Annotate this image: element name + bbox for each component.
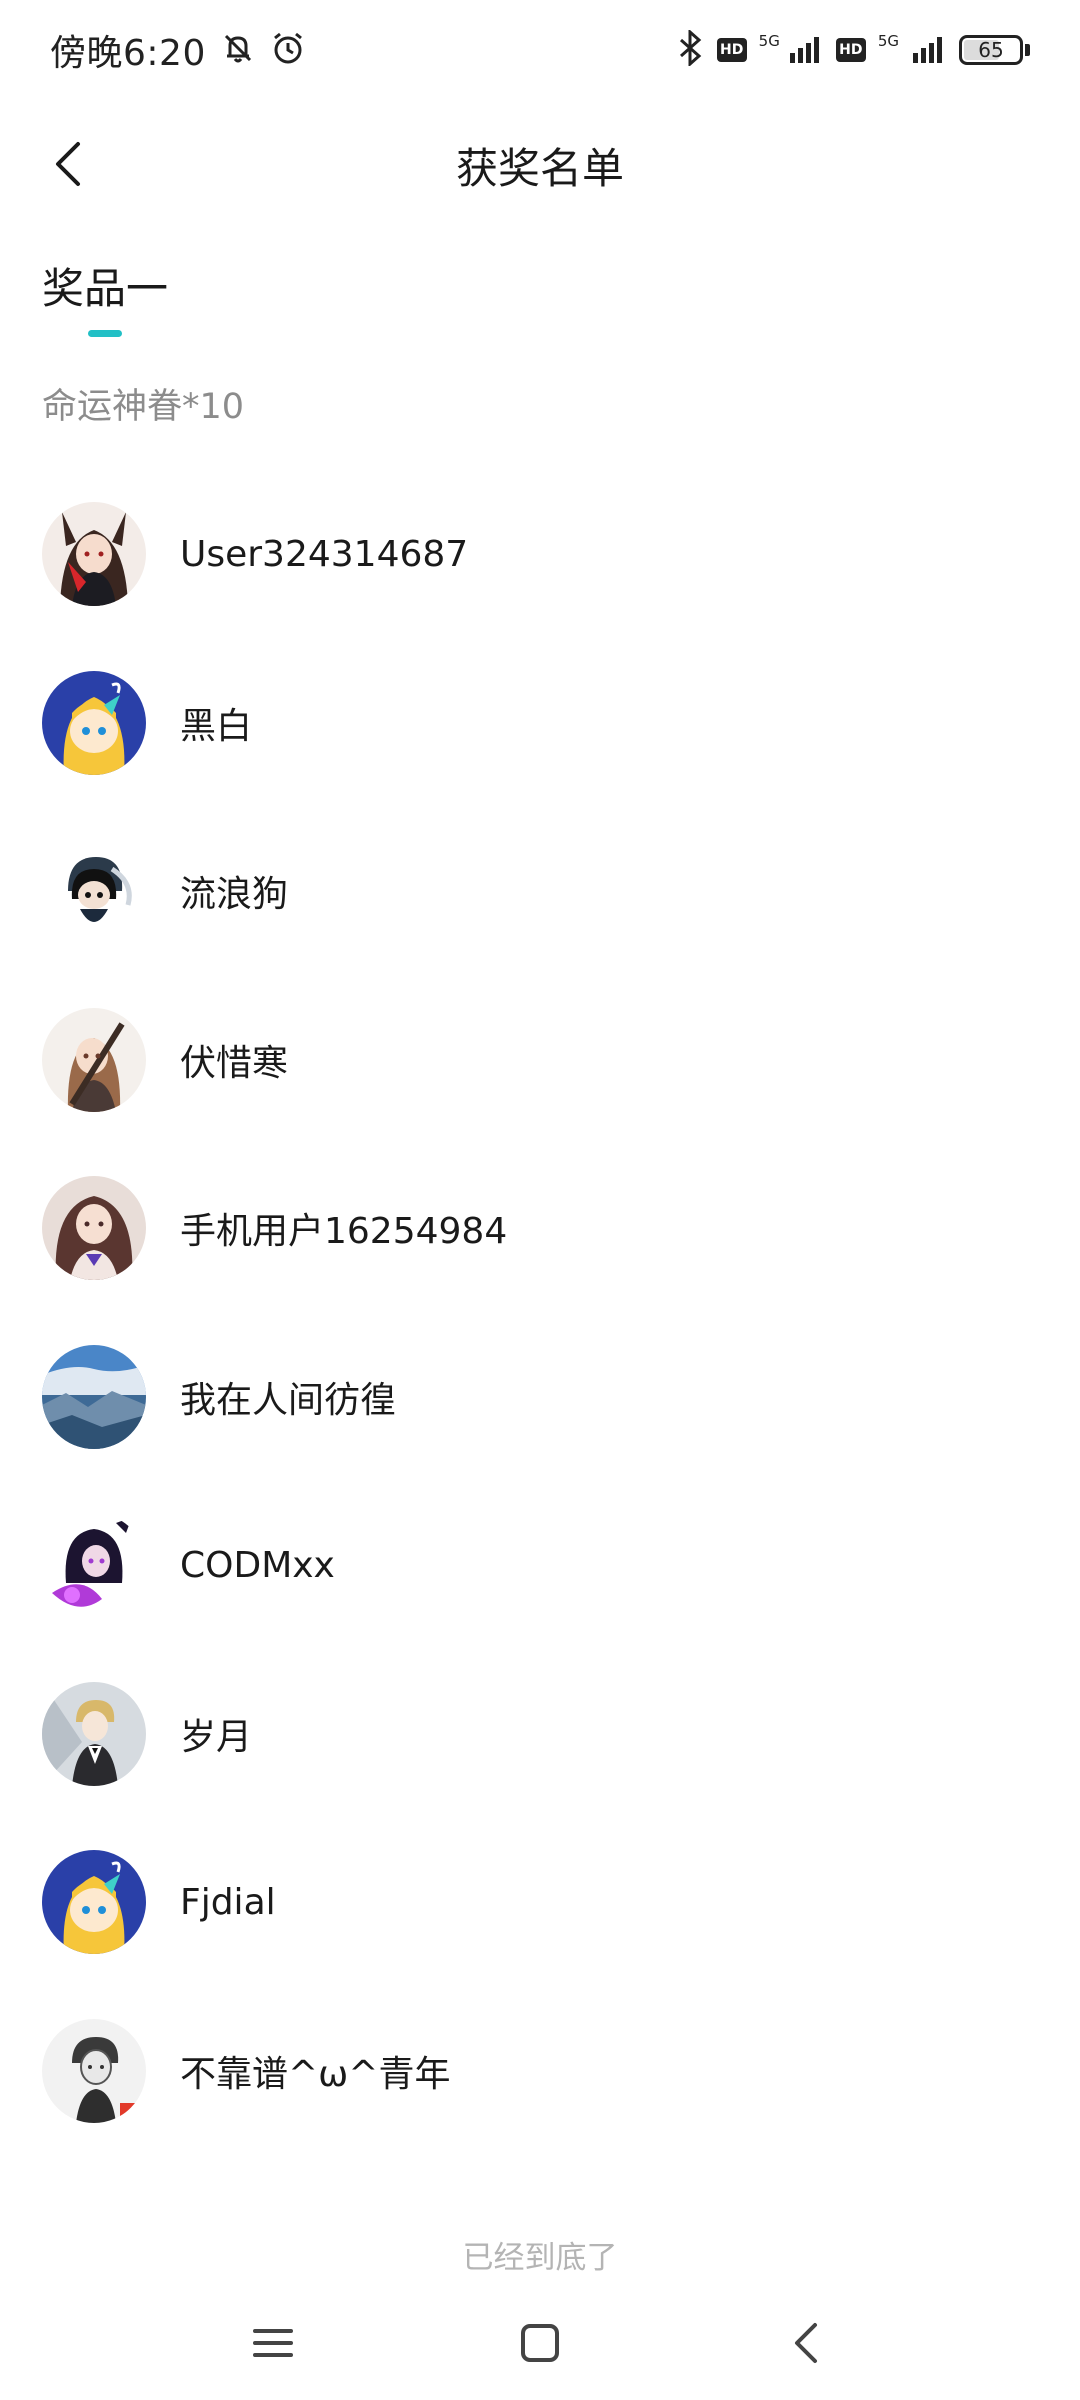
- tab-prize-one[interactable]: 奖品一: [42, 255, 168, 337]
- winner-list: User324314687 黑白流浪狗伏惜寒手机用户16254984 我在人间彷徨 C…: [0, 470, 1080, 2155]
- nav-back-button[interactable]: [767, 2305, 847, 2385]
- network-type-1: 5G: [758, 32, 780, 50]
- winner-row[interactable]: 流浪狗: [0, 807, 1080, 976]
- winner-row[interactable]: User324314687: [0, 470, 1080, 639]
- network-type-2: 5G: [877, 32, 899, 50]
- nav-home-button[interactable]: [500, 2305, 580, 2385]
- signal-icon-2: [907, 33, 947, 67]
- status-time: 傍晚6:20: [50, 33, 206, 74]
- battery-tip: [1025, 44, 1030, 56]
- chevron-left-icon: [48, 139, 88, 193]
- menu-icon: [251, 2323, 295, 2367]
- page-header: 获奖名单: [0, 110, 1080, 220]
- winner-name: 伏惜寒: [180, 1042, 289, 1084]
- status-bar: 傍晚6:20 HD 5G HD 5G 65: [0, 0, 1080, 100]
- winner-name: Fjdial: [180, 1881, 276, 1923]
- winner-row[interactable]: 不靠谱^ω^青年: [0, 1987, 1080, 2156]
- winner-row[interactable]: 岁月: [0, 1650, 1080, 1819]
- status-right: HD 5G HD 5G 65: [675, 28, 1030, 70]
- purple-character-avatar[interactable]: [42, 1513, 146, 1618]
- anime-girl-red-avatar[interactable]: [42, 502, 146, 607]
- anime-boy-suit-avatar[interactable]: [42, 1681, 146, 1786]
- system-nav-bar: [0, 2290, 1080, 2400]
- signal-icon-1: [788, 33, 824, 67]
- winner-row[interactable]: 手机用户16254984: [0, 1144, 1080, 1313]
- winner-name: CODMxx: [180, 1544, 335, 1586]
- status-left: 傍晚6:20: [50, 24, 306, 76]
- page-title: 获奖名单: [455, 143, 624, 193]
- winner-row[interactable]: CODMxx: [0, 1481, 1080, 1650]
- hd-badge-1: HD: [716, 38, 747, 62]
- tab-active-indicator: [88, 330, 122, 337]
- winner-row[interactable]: 伏惜寒: [0, 976, 1080, 1145]
- home-square-icon: [518, 2321, 562, 2369]
- anime-girl-brown-avatar[interactable]: [42, 1176, 146, 1281]
- app-root: 傍晚6:20 HD 5G HD 5G 65 获奖名单 奖品一 命运神眷*10 U…: [0, 0, 1080, 2400]
- winner-name: 岁月: [180, 1716, 253, 1758]
- winner-row[interactable]: Fjdial: [0, 1818, 1080, 1987]
- blue-mascot-avatar[interactable]: [42, 1850, 146, 1955]
- winner-name: 我在人间彷徨: [180, 1379, 397, 1421]
- bluetooth-icon: [675, 28, 705, 70]
- winner-name: User324314687: [180, 533, 469, 575]
- alarm-icon: [270, 30, 306, 70]
- battery-indicator: 65: [959, 35, 1030, 65]
- winner-row[interactable]: 我在人间彷徨: [0, 1313, 1080, 1482]
- winner-row[interactable]: 黑白: [0, 639, 1080, 808]
- end-of-list-text: 已经到底了: [462, 2240, 618, 2276]
- tab-prize-one-label: 奖品一: [42, 264, 169, 313]
- chibi-dark-hair-avatar[interactable]: [42, 839, 146, 944]
- back-triangle-icon: [787, 2321, 827, 2369]
- winner-name: 不靠谱^ω^青年: [180, 2053, 451, 2095]
- winner-name: 黑白: [180, 705, 253, 747]
- back-button[interactable]: [36, 134, 100, 198]
- nav-menu-button[interactable]: [233, 2305, 313, 2385]
- landscape-avatar[interactable]: [42, 1344, 146, 1449]
- prize-description: 命运神眷*10: [42, 387, 245, 427]
- anime-girl-rifle-avatar[interactable]: [42, 1007, 146, 1112]
- sketch-portrait-avatar[interactable]: [42, 2018, 146, 2123]
- battery-level-text: 65: [978, 38, 1004, 62]
- winner-name: 手机用户16254984: [180, 1211, 508, 1253]
- winner-name: 流浪狗: [180, 874, 289, 916]
- hd-badge-2: HD: [835, 38, 866, 62]
- bell-muted-icon: [220, 30, 256, 70]
- blue-mascot-avatar[interactable]: [42, 670, 146, 775]
- battery-body: 65: [959, 35, 1023, 65]
